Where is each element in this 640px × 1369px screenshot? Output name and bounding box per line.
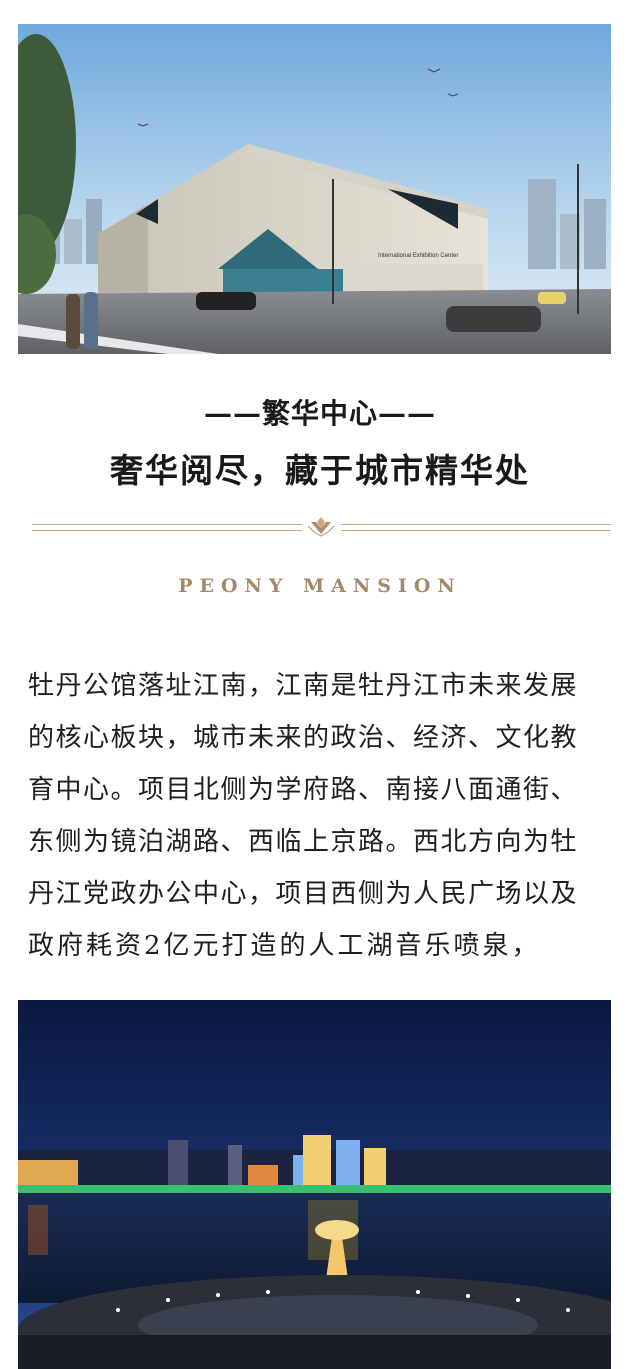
building-sign: International Exhibition Center xyxy=(378,253,458,259)
section-title: 奢华阅尽，藏于城市精华处 xyxy=(110,451,530,490)
exhibition-center-photo: International Exhibition Center xyxy=(18,24,611,354)
paragraph-line: 东侧为镜泊湖路、西临上京路。西北方向为牡 xyxy=(28,827,579,857)
ornamental-divider xyxy=(32,514,611,540)
paragraph-line: 牡丹公馆落址江南，江南是牡丹江市未来发展 xyxy=(28,671,579,701)
brand-name: PEONY MANSION xyxy=(178,575,462,597)
paragraph-line: 的核心板块，城市未来的政治、经济、文化教 xyxy=(28,723,579,753)
night-city-fountain-photo xyxy=(18,1000,611,1369)
night-city-illustration xyxy=(18,1000,611,1369)
paragraph-line: 丹江党政办公中心，项目西侧为人民广场以及 xyxy=(28,879,579,909)
paragraph-line: 政府耗资2亿元打造的人工湖音乐喷泉， xyxy=(28,931,541,961)
section-subtitle: ——繁华中心—— xyxy=(203,397,436,430)
paragraph-line: 育中心。项目北侧为学府路、南接八面通街、 xyxy=(28,775,579,805)
exhibition-center-illustration: International Exhibition Center xyxy=(18,24,611,354)
lotus-emblem-icon xyxy=(307,517,335,537)
divider-rule-left xyxy=(32,524,302,531)
divider-rule-right xyxy=(341,524,611,531)
